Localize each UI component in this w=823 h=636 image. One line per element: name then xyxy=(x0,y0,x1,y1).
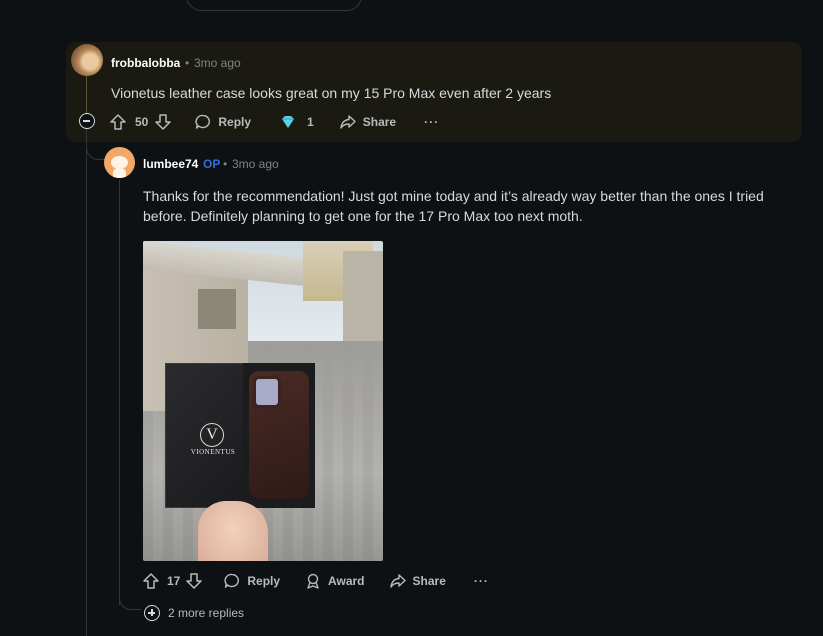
comment-body-line: before. Definitely planning to get one f… xyxy=(143,208,583,224)
reply-label: Reply xyxy=(247,574,281,588)
share-icon xyxy=(389,574,406,588)
share-label: Share xyxy=(362,115,397,129)
meta-separator: • xyxy=(185,56,190,70)
brand-text: VIONENTUS xyxy=(190,448,236,456)
photo-window xyxy=(198,289,236,329)
timestamp[interactable]: 3mo ago xyxy=(194,56,241,70)
comment-actions: 17 Reply Award Share ··· xyxy=(142,569,489,593)
comment-body-line: Thanks for the recommendation! Just got … xyxy=(143,188,764,204)
downvote-button[interactable] xyxy=(154,113,172,131)
thread-line[interactable] xyxy=(119,180,120,605)
thread-connector xyxy=(86,145,106,160)
more-options-button[interactable]: ··· xyxy=(474,574,489,588)
collapse-thread-button[interactable] xyxy=(79,113,95,129)
comment-actions: 50 Reply 1 Share ··· xyxy=(109,110,439,134)
hand xyxy=(198,501,268,561)
comment-image[interactable]: V VIONENTUS xyxy=(143,241,383,561)
vote-count: 50 xyxy=(135,115,149,129)
thread-line[interactable] xyxy=(86,131,87,636)
op-badge: OP xyxy=(203,157,221,171)
username[interactable]: frobbalobba xyxy=(111,56,180,70)
comment-thread: frobbalobba • 3mo ago Vionetus leather c… xyxy=(0,0,823,636)
reply-button[interactable]: Reply xyxy=(194,113,251,131)
brand-logo: V xyxy=(200,423,224,447)
comment-icon xyxy=(224,573,240,588)
more-icon: ··· xyxy=(424,115,440,129)
expand-icon[interactable] xyxy=(144,605,160,621)
meta-separator: • xyxy=(223,157,228,171)
upvote-icon xyxy=(143,573,159,589)
award-button[interactable]: 1 xyxy=(279,113,314,131)
award-button[interactable]: Award xyxy=(304,572,365,590)
share-button[interactable]: Share xyxy=(389,572,446,590)
award-label: Award xyxy=(328,574,365,588)
previous-button-outline[interactable] xyxy=(186,0,362,11)
downvote-icon xyxy=(186,573,203,589)
thread-connector xyxy=(119,596,141,610)
upvote-button[interactable]: 17 xyxy=(142,572,180,590)
comment-icon xyxy=(195,114,211,129)
award-icon xyxy=(307,573,319,589)
reply-label: Reply xyxy=(218,115,252,129)
camera-cutout xyxy=(253,376,281,408)
downvote-icon xyxy=(155,114,172,130)
vote-count: 17 xyxy=(167,574,181,588)
upvote-button[interactable]: 50 xyxy=(109,113,148,131)
upvote-icon xyxy=(110,114,126,130)
username[interactable]: lumbee74 xyxy=(143,157,198,171)
share-button[interactable]: Share xyxy=(339,113,396,131)
diamond-icon xyxy=(282,116,295,128)
comment-body: Vionetus leather case looks great on my … xyxy=(111,85,552,101)
avatar[interactable] xyxy=(104,147,135,178)
timestamp[interactable]: 3mo ago xyxy=(232,157,279,171)
snoo-body xyxy=(113,168,126,178)
reply-button[interactable]: Reply xyxy=(223,572,280,590)
share-icon xyxy=(340,115,356,129)
share-label: Share xyxy=(412,574,446,588)
more-replies-link[interactable]: 2 more replies xyxy=(168,606,244,620)
downvote-button[interactable] xyxy=(185,572,203,590)
more-options-button[interactable]: ··· xyxy=(424,115,439,129)
avatar[interactable] xyxy=(71,44,103,76)
award-count: 1 xyxy=(307,115,314,129)
more-icon: ··· xyxy=(473,574,489,588)
